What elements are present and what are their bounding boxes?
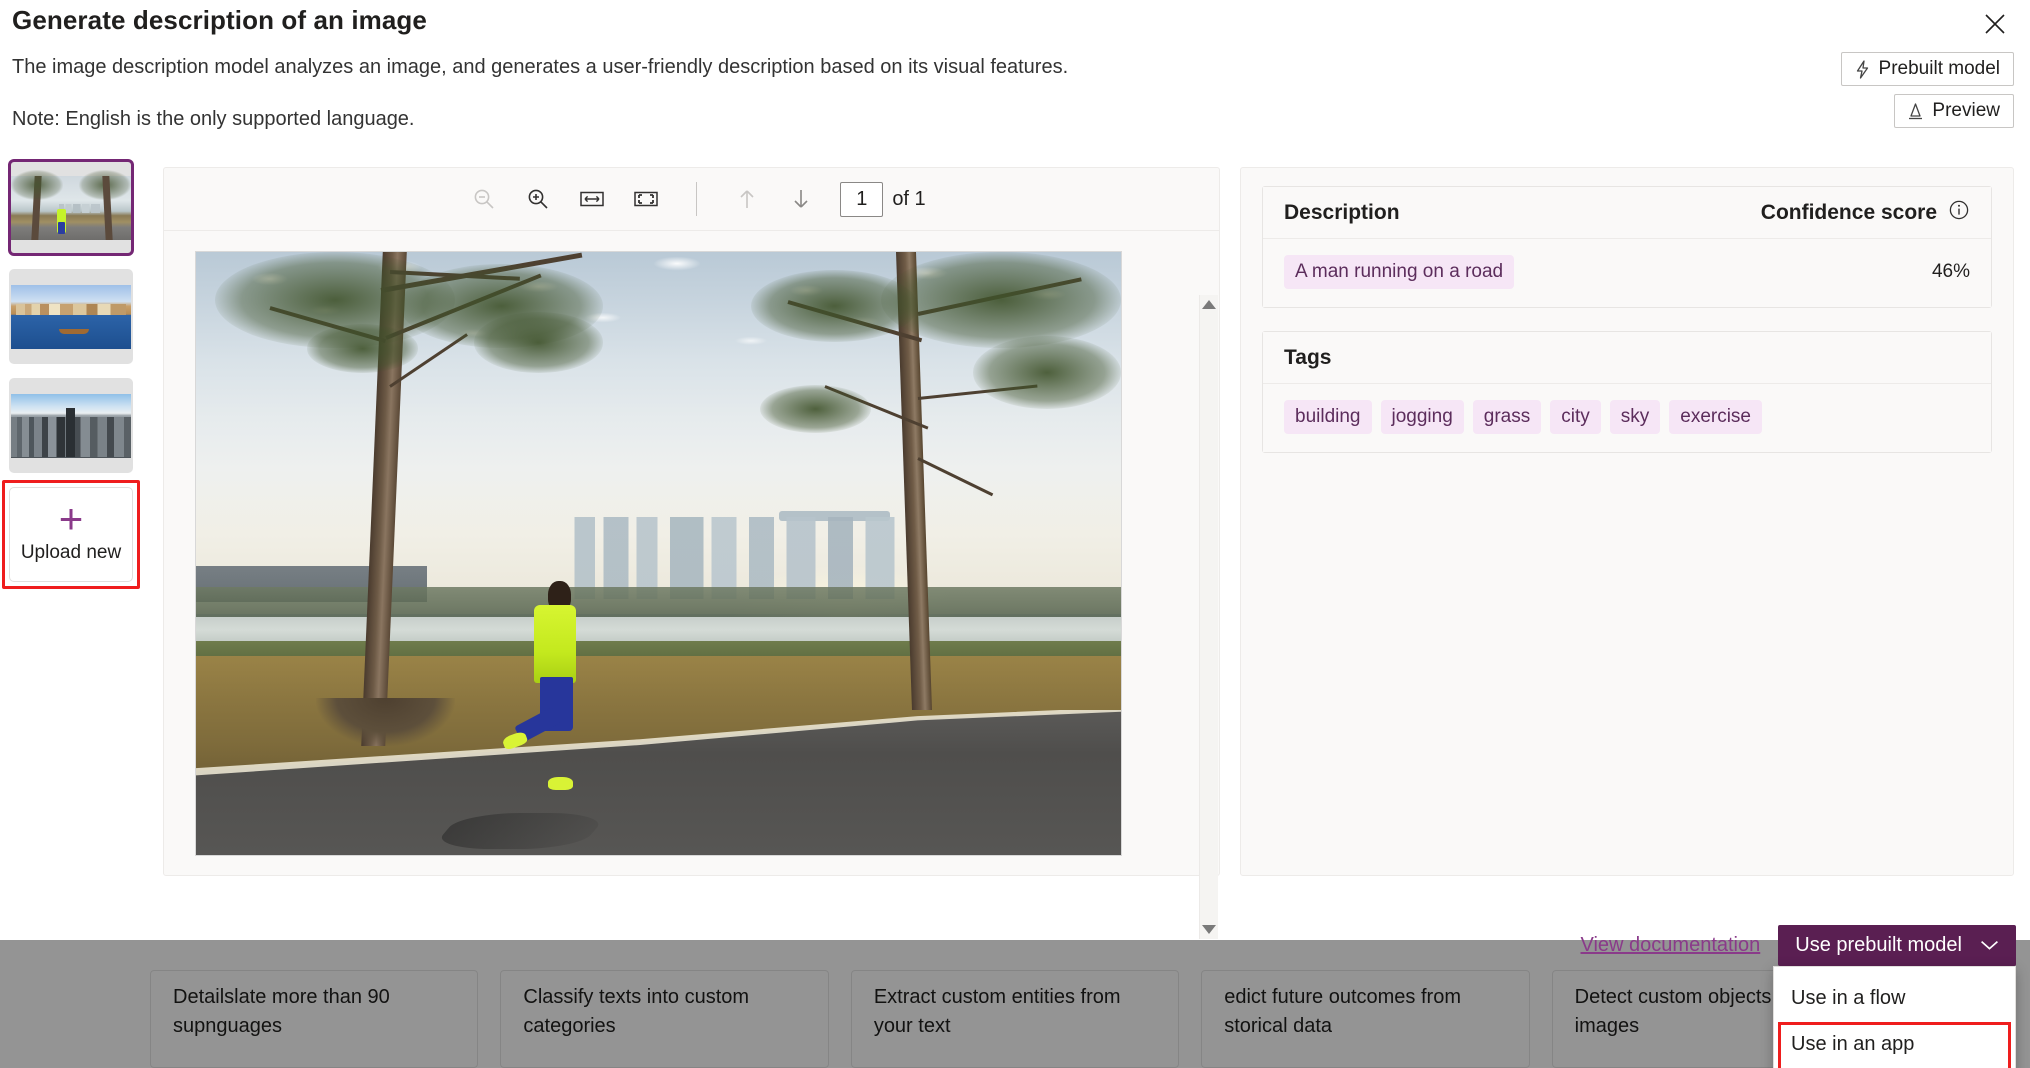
menu-item-label: Use in a flow (1791, 987, 1906, 1010)
tag-item[interactable]: building (1284, 400, 1372, 434)
tag-item[interactable]: grass (1473, 400, 1541, 434)
runner-figure (57, 209, 66, 233)
zoom-in-icon[interactable] (511, 176, 565, 222)
toolbar-divider (696, 182, 697, 216)
upload-new-button[interactable]: + Upload new (9, 487, 133, 582)
thumbnail-jogger-on-road[interactable] (9, 160, 133, 255)
use-prebuilt-model-menu: Use in a flow Use in an app (1773, 966, 2016, 1068)
thumbnail-image (11, 394, 131, 458)
tags-card: Tags building jogging grass city sky exe… (1262, 331, 1992, 453)
results-panel: Description Confidence score (1240, 167, 2014, 876)
description-row: A man running on a road 46% (1284, 255, 1970, 289)
plus-icon: + (59, 505, 84, 533)
prebuilt-model-badge[interactable]: Prebuilt model (1841, 52, 2014, 86)
description-card: Description Confidence score (1262, 186, 1992, 308)
page-title: Generate description of an image (12, 5, 427, 36)
menu-item-use-in-an-app[interactable]: Use in an app (1774, 1021, 2015, 1067)
chevron-down-icon[interactable] (1980, 934, 1999, 957)
view-documentation-link[interactable]: View documentation (1581, 934, 1761, 957)
viewer-toolbar: of 1 (164, 168, 1219, 231)
top-badge-group: Prebuilt model Preview (1841, 52, 2014, 128)
close-icon[interactable] (1972, 3, 2018, 45)
tags-heading: Tags (1284, 346, 1331, 370)
thumbnail-image (11, 285, 131, 349)
tree-foliage (760, 385, 871, 433)
confidence-score-heading: Confidence score (1761, 201, 1937, 225)
tag-item[interactable]: sky (1610, 400, 1661, 434)
lightning-bolt-icon (1855, 60, 1870, 79)
thumbnail-city-skyline[interactable] (9, 378, 133, 473)
tree-canopy-left (11, 170, 63, 200)
tags-card-header: Tags (1263, 332, 1991, 384)
description-chip[interactable]: A man running on a road (1284, 255, 1514, 289)
page-note: Note: English is the only supported lang… (12, 108, 415, 131)
fit-to-page-icon[interactable] (619, 176, 673, 222)
fit-to-width-icon[interactable] (565, 176, 619, 222)
page-navigation: of 1 (840, 182, 925, 217)
footer-actions: View documentation Use prebuilt model (1581, 925, 2017, 966)
page-total-label: of 1 (892, 188, 925, 211)
preview-badge-label: Preview (1932, 100, 2000, 122)
upload-new-label: Upload new (21, 542, 121, 564)
thumbnail-image (11, 176, 131, 240)
page-number-input[interactable] (840, 182, 883, 217)
thumbnail-rail: + Upload new (9, 160, 141, 582)
menu-item-label: Use in an app (1791, 1033, 1914, 1056)
scroll-down-icon[interactable] (1202, 925, 1216, 934)
tree-canopy-right (79, 170, 131, 200)
next-page-icon[interactable] (774, 176, 828, 222)
main-image-jogger-on-road[interactable] (195, 251, 1122, 856)
use-prebuilt-model-label: Use prebuilt model (1795, 934, 1962, 957)
tag-item[interactable]: jogging (1381, 400, 1464, 434)
tree-roots-left (316, 698, 455, 746)
viewer-canvas (164, 231, 1219, 876)
tree-foliage (751, 270, 918, 342)
prebuilt-model-badge-label: Prebuilt model (1879, 58, 2000, 80)
thumbnail-riverside-town[interactable] (9, 269, 133, 364)
use-prebuilt-model-button[interactable]: Use prebuilt model (1778, 925, 2016, 966)
tree-foliage (307, 324, 418, 372)
description-card-header: Description Confidence score (1263, 187, 1991, 239)
tags-card-body: building jogging grass city sky exercise (1263, 384, 1991, 452)
info-icon[interactable] (1948, 199, 1970, 227)
app-root: Detailslate more than 90 supnguages Clas… (0, 0, 2030, 1068)
tag-list: building jogging grass city sky exercise (1284, 400, 1970, 434)
description-card-body: A man running on a road 46% (1263, 239, 1991, 307)
generate-description-dialog: Generate description of an image The ima… (0, 0, 2030, 940)
menu-item-use-in-a-flow[interactable]: Use in a flow (1774, 975, 2015, 1021)
traffic-cone-icon (1908, 102, 1923, 120)
runner-shirt (534, 605, 577, 683)
viewer-scrollbar[interactable] (1199, 295, 1218, 939)
tag-item[interactable]: city (1550, 400, 1601, 434)
page-subtitle: The image description model analyzes an … (12, 56, 1068, 79)
runner-shoe-front (548, 777, 574, 790)
image-viewer-panel: of 1 (163, 167, 1220, 876)
tag-item[interactable]: exercise (1669, 400, 1762, 434)
confidence-score-value: 46% (1932, 261, 1970, 283)
description-heading: Description (1284, 201, 1400, 225)
tree-foliage (474, 312, 604, 372)
zoom-out-icon[interactable] (457, 176, 511, 222)
preview-badge[interactable]: Preview (1894, 94, 2014, 128)
previous-page-icon[interactable] (720, 176, 774, 222)
tree-foliage (973, 336, 1121, 408)
scroll-up-icon[interactable] (1202, 300, 1216, 309)
